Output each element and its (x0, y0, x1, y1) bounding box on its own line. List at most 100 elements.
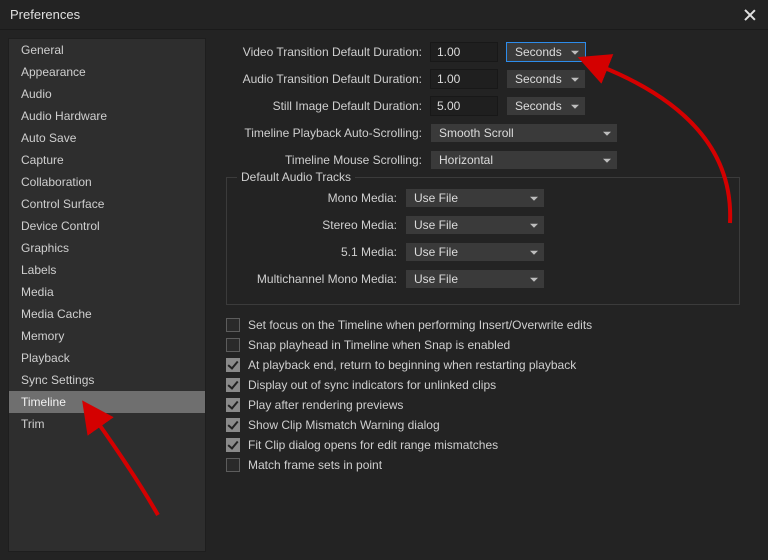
checkbox-icon[interactable] (226, 318, 240, 332)
mouse-scroll-dropdown[interactable]: Horizontal (430, 150, 618, 170)
mono-media-dropdown[interactable]: Use File (405, 188, 545, 208)
sidebar-item-timeline[interactable]: Timeline (9, 391, 205, 413)
sidebar-item-memory[interactable]: Memory (9, 325, 205, 347)
check-label: Play after rendering previews (248, 398, 403, 412)
check-label: Show Clip Mismatch Warning dialog (248, 418, 440, 432)
still-image-value[interactable] (430, 96, 498, 116)
sidebar-item-trim[interactable]: Trim (9, 413, 205, 435)
stereo-media-label: Stereo Media: (237, 218, 397, 232)
video-transition-label: Video Transition Default Duration: (222, 45, 422, 59)
sidebar-item-label: Capture (21, 153, 64, 167)
chevron-down-icon (530, 251, 538, 255)
sidebar-item-control-surface[interactable]: Control Surface (9, 193, 205, 215)
checkbox-icon[interactable] (226, 358, 240, 372)
multi-media-dropdown[interactable]: Use File (405, 269, 545, 289)
chevron-down-icon (571, 78, 579, 82)
check-label: Fit Clip dialog opens for edit range mis… (248, 438, 498, 452)
sidebar-item-label: Auto Save (21, 131, 76, 145)
sidebar-item-label: Trim (21, 417, 45, 431)
sidebar-item-collaboration[interactable]: Collaboration (9, 171, 205, 193)
chevron-down-icon (530, 197, 538, 201)
check-out-of-sync[interactable]: Display out of sync indicators for unlin… (222, 375, 752, 395)
sidebar-item-device-control[interactable]: Device Control (9, 215, 205, 237)
checkbox-icon[interactable] (226, 398, 240, 412)
sidebar-item-media-cache[interactable]: Media Cache (9, 303, 205, 325)
sidebar-item-labels[interactable]: Labels (9, 259, 205, 281)
five1-media-dropdown[interactable]: Use File (405, 242, 545, 262)
check-label: Set focus on the Timeline when performin… (248, 318, 592, 332)
audio-transition-unit-dropdown[interactable]: Seconds (506, 69, 586, 89)
audio-transition-value[interactable] (430, 69, 498, 89)
sidebar-item-label: Control Surface (21, 197, 104, 211)
mouse-scroll-label: Timeline Mouse Scrolling: (222, 153, 422, 167)
sidebar-item-sync-settings[interactable]: Sync Settings (9, 369, 205, 391)
check-playback-end[interactable]: At playback end, return to beginning whe… (222, 355, 752, 375)
titlebar: Preferences (0, 0, 768, 30)
check-play-after-render[interactable]: Play after rendering previews (222, 395, 752, 415)
checkbox-list: Set focus on the Timeline when performin… (222, 315, 752, 475)
checkbox-icon[interactable] (226, 378, 240, 392)
checkbox-icon[interactable] (226, 338, 240, 352)
sidebar-item-label: Audio Hardware (21, 109, 107, 123)
check-label: Display out of sync indicators for unlin… (248, 378, 496, 392)
sidebar-item-label: Playback (21, 351, 70, 365)
dropdown-value: Seconds (515, 72, 562, 86)
video-transition-unit-dropdown[interactable]: Seconds (506, 42, 586, 62)
sidebar-item-media[interactable]: Media (9, 281, 205, 303)
dropdown-value: Use File (414, 191, 458, 205)
checkbox-icon[interactable] (226, 418, 240, 432)
window-title: Preferences (10, 7, 80, 22)
sidebar-item-label: Audio (21, 87, 52, 101)
default-audio-tracks-group: Default Audio Tracks Mono Media: Use Fil… (226, 177, 740, 305)
sidebar-item-graphics[interactable]: Graphics (9, 237, 205, 259)
check-match-frame[interactable]: Match frame sets in point (222, 455, 752, 475)
check-clip-mismatch[interactable]: Show Clip Mismatch Warning dialog (222, 415, 752, 435)
sidebar-item-general[interactable]: General (9, 39, 205, 61)
sidebar-item-label: Device Control (21, 219, 100, 233)
chevron-down-icon (571, 51, 579, 55)
sidebar-item-appearance[interactable]: Appearance (9, 61, 205, 83)
playback-scroll-label: Timeline Playback Auto-Scrolling: (222, 126, 422, 140)
dropdown-value: Seconds (515, 99, 562, 113)
sidebar-item-label: Timeline (21, 395, 66, 409)
check-label: Snap playhead in Timeline when Snap is e… (248, 338, 510, 352)
close-icon[interactable] (742, 7, 758, 23)
sidebar-item-auto-save[interactable]: Auto Save (9, 127, 205, 149)
sidebar-item-capture[interactable]: Capture (9, 149, 205, 171)
check-fit-clip[interactable]: Fit Clip dialog opens for edit range mis… (222, 435, 752, 455)
checkbox-icon[interactable] (226, 458, 240, 472)
check-snap-playhead[interactable]: Snap playhead in Timeline when Snap is e… (222, 335, 752, 355)
chevron-down-icon (603, 132, 611, 136)
main-panel: Video Transition Default Duration: Secon… (214, 38, 760, 552)
sidebar-item-label: General (21, 43, 64, 57)
sidebar-item-playback[interactable]: Playback (9, 347, 205, 369)
dropdown-value: Use File (414, 272, 458, 286)
dropdown-value: Horizontal (439, 153, 493, 167)
still-image-label: Still Image Default Duration: (222, 99, 422, 113)
sidebar-item-audio[interactable]: Audio (9, 83, 205, 105)
mono-media-label: Mono Media: (237, 191, 397, 205)
sidebar: General Appearance Audio Audio Hardware … (8, 38, 206, 552)
chevron-down-icon (571, 105, 579, 109)
stereo-media-dropdown[interactable]: Use File (405, 215, 545, 235)
chevron-down-icon (603, 159, 611, 163)
sidebar-item-audio-hardware[interactable]: Audio Hardware (9, 105, 205, 127)
dropdown-value: Seconds (515, 45, 562, 59)
chevron-down-icon (530, 278, 538, 282)
check-label: Match frame sets in point (248, 458, 382, 472)
still-image-unit-dropdown[interactable]: Seconds (506, 96, 586, 116)
sidebar-item-label: Graphics (21, 241, 69, 255)
dropdown-value: Use File (414, 245, 458, 259)
check-set-focus[interactable]: Set focus on the Timeline when performin… (222, 315, 752, 335)
video-transition-value[interactable] (430, 42, 498, 62)
sidebar-item-label: Media (21, 285, 54, 299)
playback-scroll-dropdown[interactable]: Smooth Scroll (430, 123, 618, 143)
sidebar-item-label: Sync Settings (21, 373, 94, 387)
sidebar-item-label: Labels (21, 263, 56, 277)
sidebar-item-label: Media Cache (21, 307, 92, 321)
dropdown-value: Smooth Scroll (439, 126, 514, 140)
checkbox-icon[interactable] (226, 438, 240, 452)
multi-media-label: Multichannel Mono Media: (237, 272, 397, 286)
dropdown-value: Use File (414, 218, 458, 232)
chevron-down-icon (530, 224, 538, 228)
